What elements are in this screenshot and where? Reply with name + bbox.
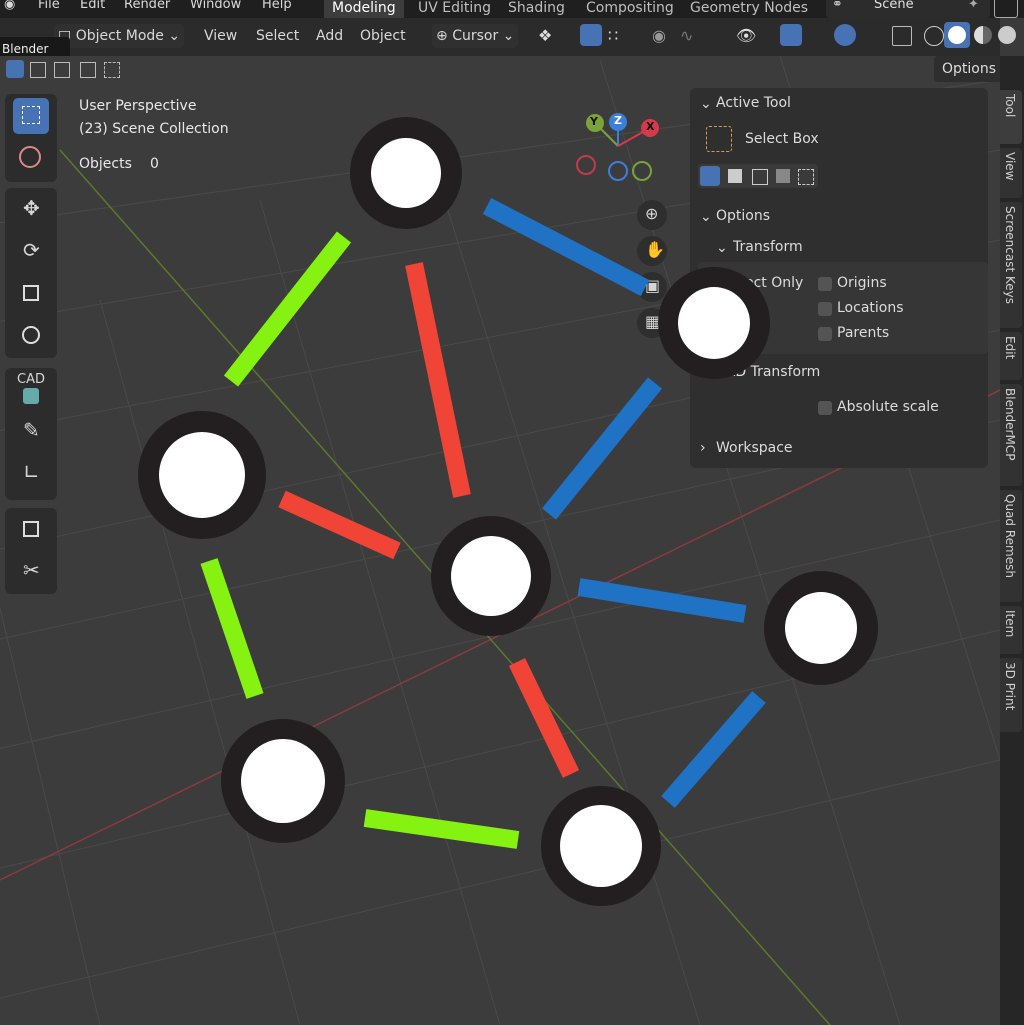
graph-node [764,571,878,685]
graph-node [221,719,345,843]
graph-node [541,786,661,906]
graph-overlay [138,117,878,906]
graph-edge-red [508,658,580,778]
graph-edge-green [200,558,264,699]
graph-edge-blue [542,377,662,520]
graph-node [658,267,770,379]
graph-node [350,117,462,229]
graph-edge-red [405,262,471,498]
graph-edge-green [363,809,520,849]
graph-node [138,411,266,539]
graph-node [431,516,551,636]
graph-edge-red [278,490,401,560]
graph-edge-green [223,231,352,387]
graph-edge-blue [661,691,766,808]
graph-edge-blue [482,198,650,296]
graph-edge-blue [577,578,747,623]
